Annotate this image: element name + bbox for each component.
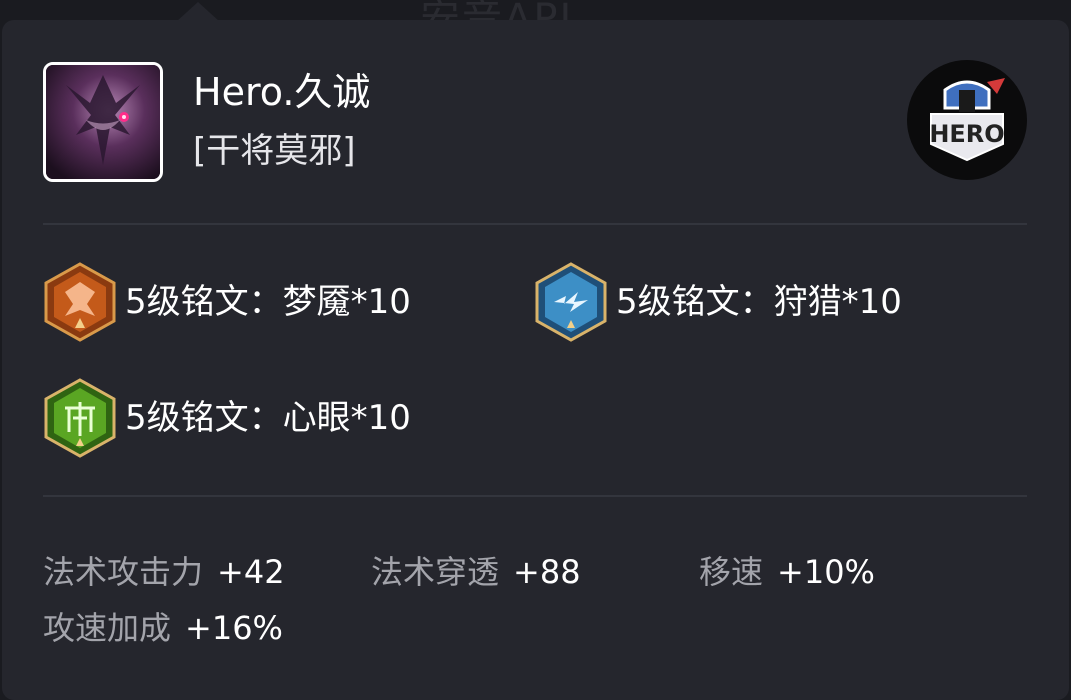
stat-attack-speed: 攻速加成 +16% [43, 608, 283, 648]
hunt-rune-icon [535, 262, 607, 342]
stat-value: +16% [185, 609, 283, 647]
rune-label-nightmare: 5级铭文：梦魇*10 [125, 282, 411, 322]
divider-bottom [43, 495, 1027, 497]
rune-item-nightmare: 5级铭文：梦魇*10 [43, 262, 411, 342]
stat-value: +10% [777, 553, 875, 591]
divider-top [43, 223, 1027, 225]
stat-value: +88 [513, 553, 581, 591]
popover-pointer [176, 2, 220, 22]
stat-value: +42 [217, 553, 285, 591]
player-name: Hero.久诚 [193, 70, 371, 114]
nightmare-rune-icon [44, 262, 116, 342]
stat-label: 移速 [699, 553, 764, 591]
hero-avatar [43, 62, 163, 182]
stat-magic-attack: 法术攻击力 +42 [43, 552, 285, 592]
hero-portrait-icon [46, 65, 160, 179]
stat-label: 法术穿透 [371, 553, 500, 591]
hero-team-logo-icon: HERO [907, 60, 1027, 180]
team-logo[interactable]: HERO [907, 60, 1027, 180]
rune-label-insight: 5级铭文：心眼*10 [125, 398, 411, 438]
team-logo-text: HERO [929, 120, 1004, 148]
rune-label-hunt: 5级铭文：狩猎*10 [616, 282, 902, 322]
rune-item-insight: 5级铭文：心眼*10 [43, 378, 411, 458]
hero-name: [干将莫邪] [193, 131, 356, 171]
stat-move-speed: 移速 +10% [699, 552, 875, 592]
rune-item-hunt: 5级铭文：狩猎*10 [534, 262, 902, 342]
stat-label: 法术攻击力 [43, 553, 204, 591]
insight-rune-icon [44, 378, 116, 458]
stat-magic-penetration: 法术穿透 +88 [371, 552, 581, 592]
stat-label: 攻速加成 [43, 609, 172, 647]
